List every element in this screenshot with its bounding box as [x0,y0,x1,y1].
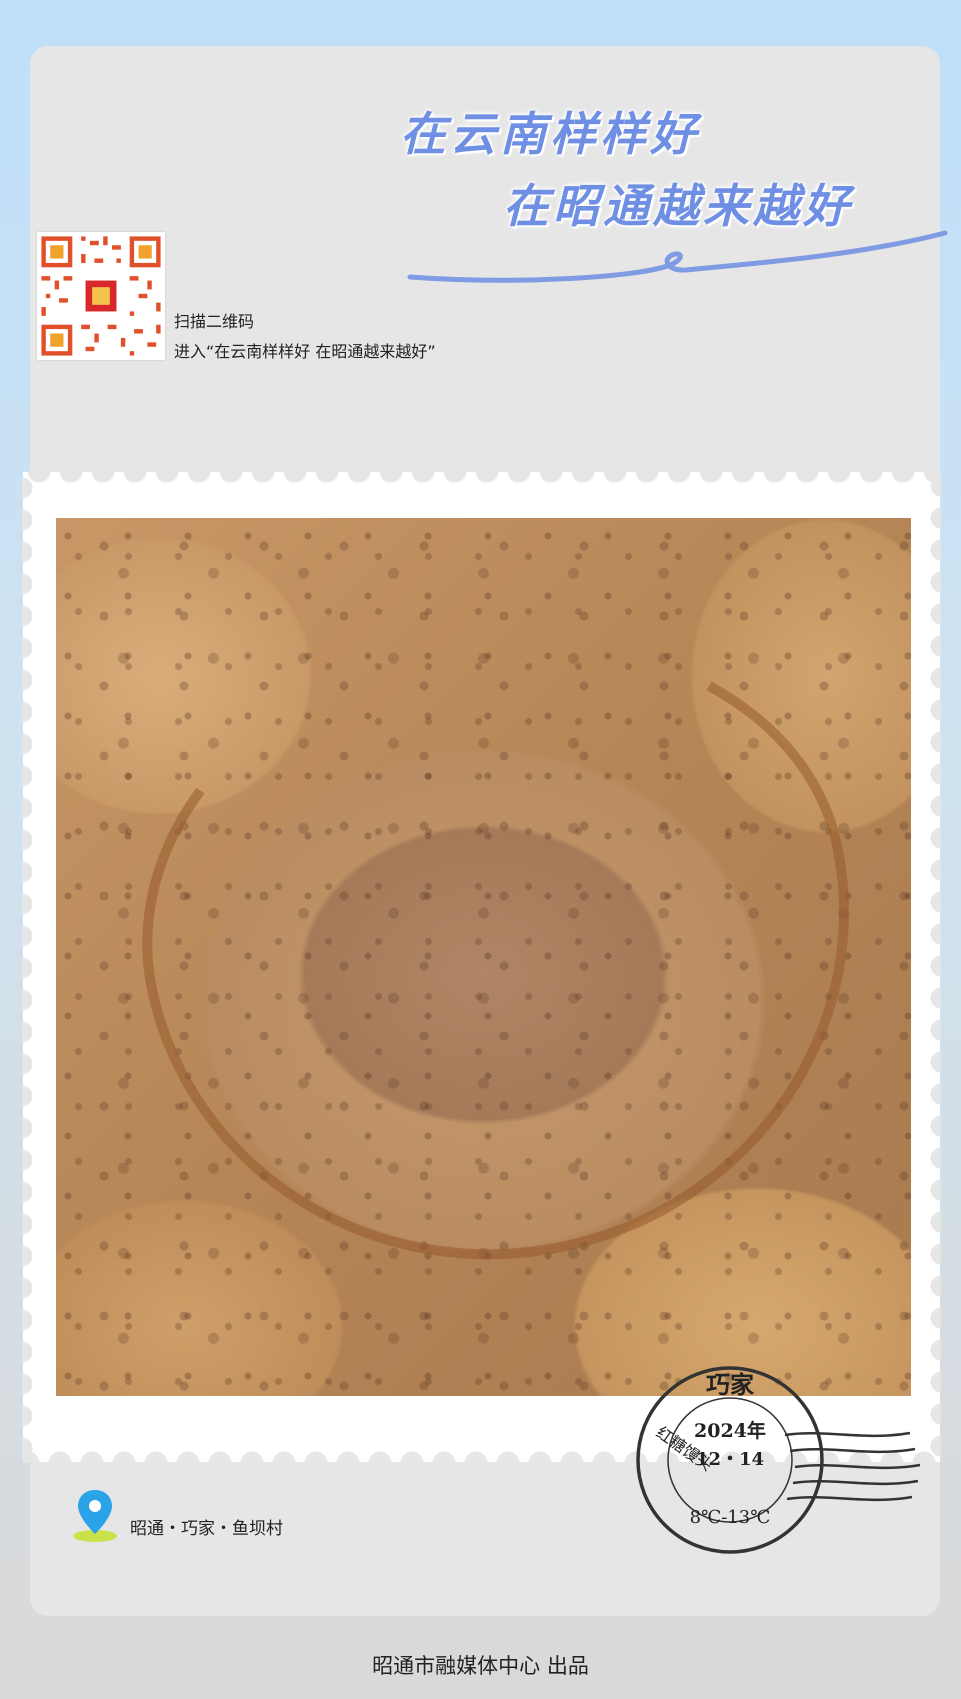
stamp-perforation-right [925,472,941,1462]
swoosh-decoration [407,230,948,283]
location-text: 昭通・巧家・鱼坝村 [130,1519,283,1539]
footer-credit: 昭通市融媒体中心 出品 [372,1654,589,1678]
postmark-temperature: 8℃-13℃ [690,1507,771,1528]
qr-code[interactable] [37,232,165,360]
qr-caption-enter: 进入“在云南样样好 在昭通越来越好” [174,342,436,361]
postmark-place: 巧家 [706,1370,754,1399]
stamp-perforation-top [23,471,940,489]
postmark-stamp: 巧家 2024年 12・14 红糖馒头 8℃-13℃ [636,1366,921,1554]
headline-line-1: 在云南样样好 [400,107,700,161]
brown-sugar-bun-photo [56,518,911,1396]
qr-code-icon [37,232,165,360]
postmark-year: 2024年 [694,1419,766,1442]
stamp-perforation-left [22,472,38,1462]
map-pin-icon [73,1490,117,1542]
qr-caption-scan: 扫描二维码 [174,312,255,331]
